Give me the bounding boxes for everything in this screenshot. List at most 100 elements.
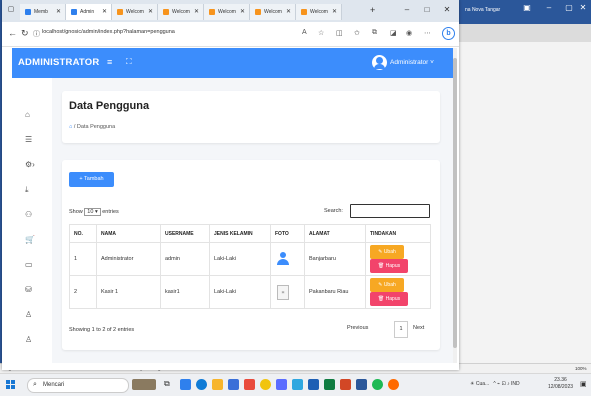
refresh-icon[interactable]: ↻: [21, 28, 29, 39]
taskbar-search[interactable]: ⌕ Mencari: [27, 378, 129, 393]
page-scrollbar[interactable]: [453, 48, 457, 363]
sidebar-cart-icon[interactable]: 🛒: [25, 235, 35, 244]
col-foto[interactable]: FOTO: [270, 224, 305, 243]
add-button[interactable]: + Tambah: [69, 172, 114, 187]
close-window-icon[interactable]: ✕: [440, 5, 454, 14]
read-aloud-icon[interactable]: A: [302, 29, 307, 36]
tab-close-icon[interactable]: ✕: [102, 8, 107, 15]
minimize-icon[interactable]: –: [400, 5, 414, 14]
tab-close-icon[interactable]: ✕: [286, 8, 291, 15]
sidebar-settings-icon[interactable]: ⚙›: [25, 160, 35, 169]
previous-button[interactable]: Previous: [347, 325, 368, 331]
notification-icon[interactable]: ▣: [580, 380, 587, 388]
word-close-icon[interactable]: ✕: [575, 3, 591, 17]
tab-close-icon[interactable]: ✕: [194, 8, 199, 15]
user-avatar-icon[interactable]: [372, 55, 387, 70]
delete-label: Hapus: [385, 296, 401, 302]
sidebar-account-icon[interactable]: ♙: [25, 335, 32, 344]
col-tindakan[interactable]: TINDAKAN: [365, 224, 431, 243]
back-icon[interactable]: ←: [8, 28, 17, 38]
cell-no: 2: [69, 275, 97, 309]
store-icon[interactable]: [228, 379, 239, 390]
split-screen-icon[interactable]: ◫: [336, 29, 343, 37]
chat-icon[interactable]: [180, 379, 191, 390]
entries-select[interactable]: 10 ▾: [84, 208, 101, 216]
search-placeholder: Mencari: [43, 382, 65, 388]
users-table: NO. NAMA USERNAME JENIS KELAMIN FOTO ALA…: [69, 224, 431, 309]
app-navy-icon[interactable]: [308, 379, 319, 390]
favorites-icon[interactable]: ✩: [354, 29, 360, 37]
word-zoom[interactable]: 100%: [575, 366, 587, 371]
clock[interactable]: 23.36 12/08/2023: [548, 377, 573, 391]
system-tray[interactable]: ☀ Cua... ^ ⌁ ⊡ ♪ IND: [470, 381, 520, 387]
task-view-icon[interactable]: ⧉: [164, 379, 175, 390]
maximize-icon[interactable]: □: [420, 5, 434, 14]
edit-button[interactable]: ✎ Ubah: [370, 245, 404, 259]
hamburger-menu-icon[interactable]: ≡: [107, 57, 112, 67]
next-button[interactable]: Next: [413, 325, 424, 331]
more-icon[interactable]: ⋯: [424, 29, 431, 37]
bing-copilot-icon[interactable]: b: [442, 27, 455, 40]
edit-button[interactable]: ✎ Ubah: [370, 278, 404, 292]
tab-actions-icon[interactable]: ▢: [4, 5, 18, 13]
app-red-icon[interactable]: [244, 379, 255, 390]
delete-button[interactable]: 🗑 Hapus: [370, 259, 408, 273]
weather-text: Cua...: [475, 381, 490, 387]
word-minimize-icon[interactable]: –: [541, 3, 557, 17]
language-indicator: IND: [511, 381, 520, 387]
tab-label: Admin: [80, 9, 95, 15]
col-jenis-kelamin[interactable]: JENIS KELAMIN: [209, 224, 271, 243]
new-tab-icon[interactable]: +: [370, 5, 375, 15]
cell-jk: Laki-Laki: [209, 275, 271, 309]
tab-welcome-5[interactable]: Welcom ✕: [296, 4, 342, 20]
excel-icon[interactable]: [324, 379, 335, 390]
tab-close-icon[interactable]: ✕: [332, 8, 337, 15]
profile-icon[interactable]: ◉: [406, 29, 412, 37]
powerpoint-icon[interactable]: [340, 379, 351, 390]
tab-admin[interactable]: Admin ✕: [66, 4, 112, 20]
word-ribbon-icon[interactable]: ▣: [519, 3, 535, 17]
tab-welcome-1[interactable]: Welcom ✕: [112, 4, 158, 20]
col-username[interactable]: USERNAME: [160, 224, 210, 243]
word-icon[interactable]: [356, 379, 367, 390]
tab-close-icon[interactable]: ✕: [240, 8, 245, 15]
edge-icon[interactable]: [196, 379, 207, 390]
sidebar-report-icon[interactable]: ▭: [25, 260, 33, 269]
sidebar-users-icon[interactable]: ⚇: [25, 210, 32, 219]
breadcrumb-home-icon[interactable]: ⌂: [69, 124, 72, 130]
sidebar-home-icon[interactable]: ⌂: [25, 110, 30, 119]
extensions-icon[interactable]: ◪: [390, 29, 397, 37]
sidebar-user-icon[interactable]: ♙: [25, 310, 32, 319]
delete-button[interactable]: 🗑 Hapus: [370, 292, 408, 306]
brand-title[interactable]: ADMINISTRATOR: [18, 57, 99, 68]
tab-welcome-3[interactable]: Welcom ✕: [204, 4, 250, 20]
sidebar-download-icon[interactable]: ⤓: [25, 185, 29, 195]
tab-welcome-4[interactable]: Welcom ✕: [250, 4, 296, 20]
url-input[interactable]: localhost/gnosic/admin/index.php?halaman…: [42, 29, 175, 35]
sidebar-list-icon[interactable]: ☰: [25, 135, 32, 144]
tab-close-icon[interactable]: ✕: [148, 8, 153, 15]
col-alamat[interactable]: ALAMAT: [304, 224, 366, 243]
chrome-icon[interactable]: [260, 379, 271, 390]
tab-welcome-2[interactable]: Welcom ✕: [158, 4, 204, 20]
info-icon: ⓘ: [33, 31, 40, 38]
tab-close-icon[interactable]: ✕: [56, 8, 61, 15]
firefox-icon[interactable]: [388, 379, 399, 390]
col-no[interactable]: NO.: [69, 224, 97, 243]
windows-start-icon[interactable]: [6, 380, 16, 390]
browser-window: ▢ Memb ✕ Admin ✕ Welcom ✕ Welcom ✕ Welco…: [2, 0, 459, 370]
search-input[interactable]: [350, 204, 430, 218]
favorite-star-icon[interactable]: ☆: [318, 29, 324, 37]
app-cyan-icon[interactable]: [292, 379, 303, 390]
user-menu[interactable]: Administrator ˅: [390, 59, 434, 66]
collections-icon[interactable]: ⧉: [372, 29, 377, 37]
app-green-icon[interactable]: [372, 379, 383, 390]
file-explorer-icon[interactable]: [212, 379, 223, 390]
sidebar-database-icon[interactable]: ⛁: [25, 285, 32, 294]
page-1-button[interactable]: 1: [394, 321, 408, 338]
widget-image-icon[interactable]: [132, 379, 156, 390]
fullscreen-icon[interactable]: ⛶: [126, 57, 132, 67]
app-blue-icon[interactable]: [276, 379, 287, 390]
col-nama[interactable]: NAMA: [96, 224, 161, 243]
tab-member[interactable]: Memb ✕: [20, 4, 66, 20]
